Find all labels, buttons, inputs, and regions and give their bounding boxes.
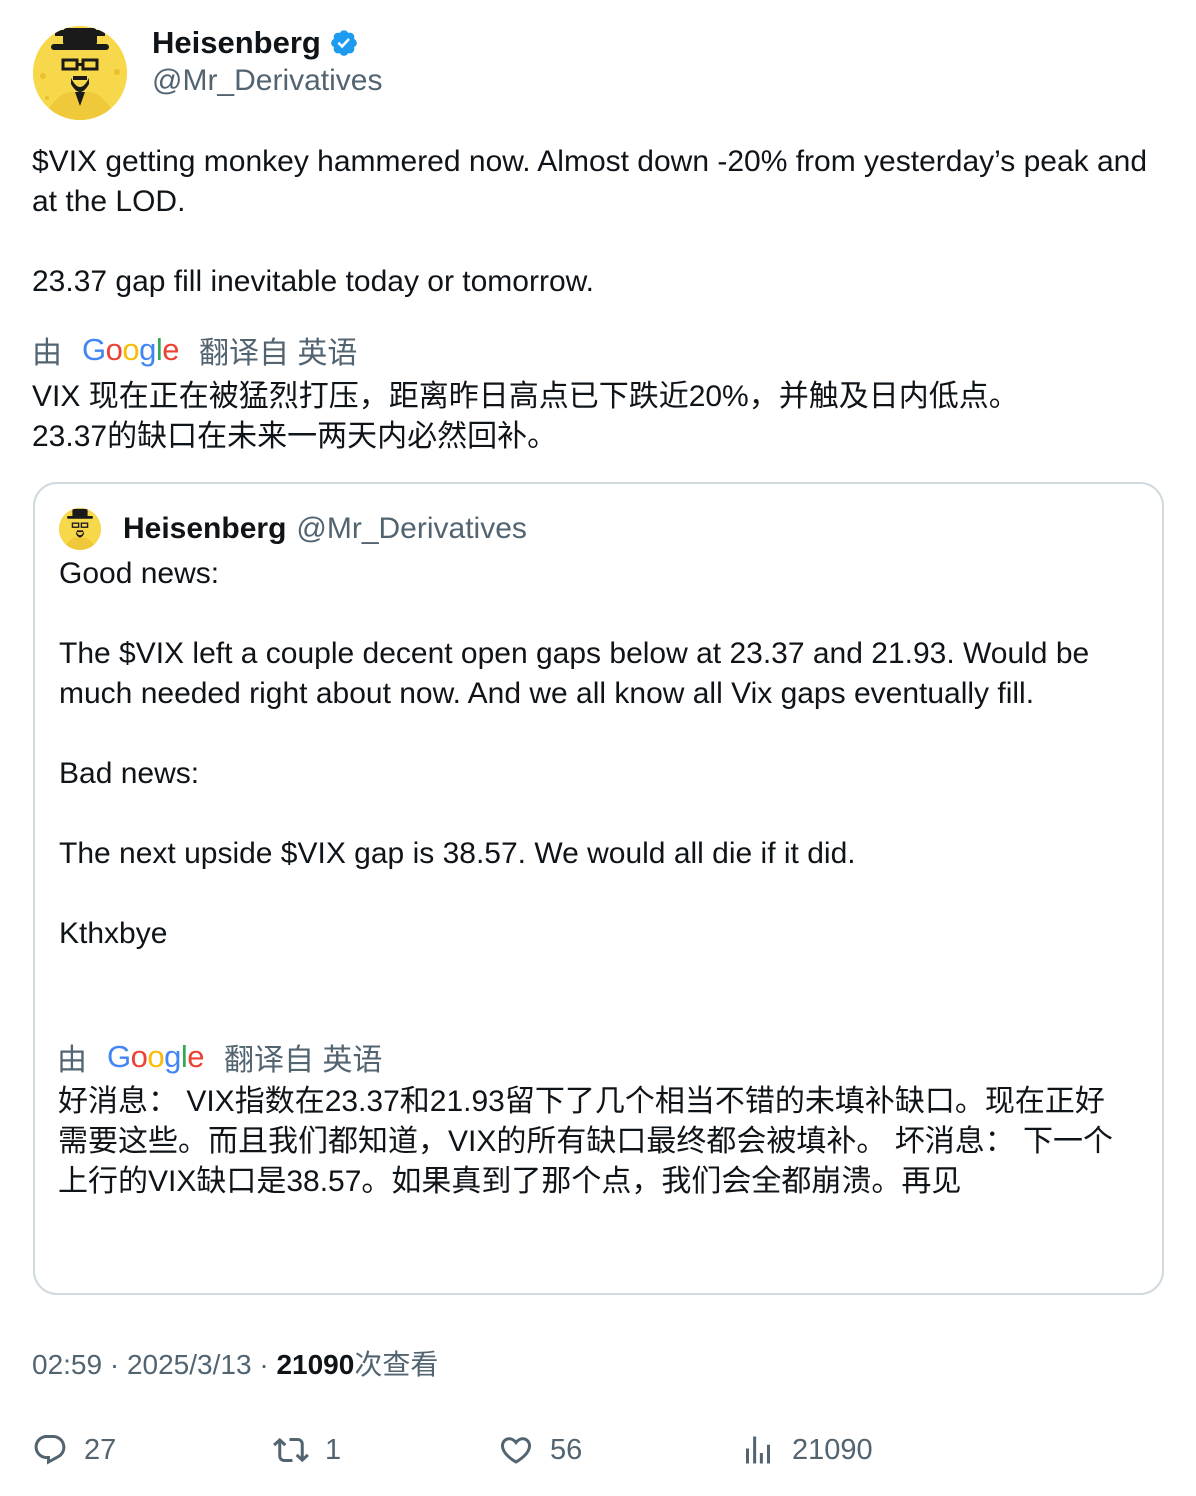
view-count: 21090 [276,1349,355,1380]
views-button[interactable]: 21090 [740,1428,873,1472]
repost-count: 1 [325,1433,342,1466]
translation-prefix: 由 [32,337,62,370]
reply-icon [34,1435,66,1465]
translation-suffix: 翻译自 英语 [199,337,358,370]
quoted-google-logo[interactable]: Google [107,1039,205,1075]
action-bar: 27 1 56 21090 [32,1428,1162,1472]
quoted-translation-attribution: 由 Google 翻译自 英语 [57,1035,382,1079]
like-count: 56 [550,1433,583,1466]
views-count: 21090 [792,1433,873,1466]
google-logo[interactable]: Google [82,332,180,368]
like-button[interactable]: 56 [498,1428,582,1472]
meta-separator: · [109,1349,120,1380]
quoted-header: Heisenberg @Mr_Derivatives [59,508,527,550]
reply-button[interactable]: 27 [32,1428,116,1472]
views-icon [746,1436,770,1464]
avatar[interactable] [33,26,127,120]
quoted-translation-suffix: 翻译自 英语 [224,1044,383,1077]
author-name[interactable]: Heisenberg [152,25,321,61]
quoted-translation-prefix: 由 [57,1044,87,1077]
repost-button[interactable]: 1 [273,1428,341,1472]
author-handle[interactable]: @Mr_Derivatives [152,64,383,98]
quoted-author-handle: @Mr_Derivatives [296,512,527,545]
view-label: 次查看 [354,1349,439,1380]
tweet-text: $VIX getting monkey hammered now. Almost… [32,145,1148,298]
tweet-time[interactable]: 02:59 [32,1349,102,1380]
quoted-translated-text: 好消息： VIX指数在23.37和21.93留下了几个相当不错的未填补缺口。现在… [58,1085,1114,1198]
translated-text: VIX 现在正在被猛烈打压，距离昨日高点已下跌近20%，并触及日内低点。 23.… [32,380,1019,453]
like-icon [500,1437,532,1464]
quoted-avatar [59,508,101,550]
tweet-meta: 02:59 · 2025/3/13 · 21090次查看 [32,1343,438,1383]
repost-icon [273,1437,309,1463]
tweet-date[interactable]: 2025/3/13 [127,1349,252,1380]
quoted-author-name: Heisenberg [123,512,287,545]
quoted-text: Good news: The $VIX left a couple decent… [59,557,1090,950]
verified-badge-icon [331,30,357,56]
meta-separator: · [259,1349,269,1380]
reply-count: 27 [84,1433,117,1466]
translation-attribution: 由 Google 翻译自 英语 [32,328,357,372]
tweet-header: Heisenberg @Mr_Derivatives [33,25,383,120]
